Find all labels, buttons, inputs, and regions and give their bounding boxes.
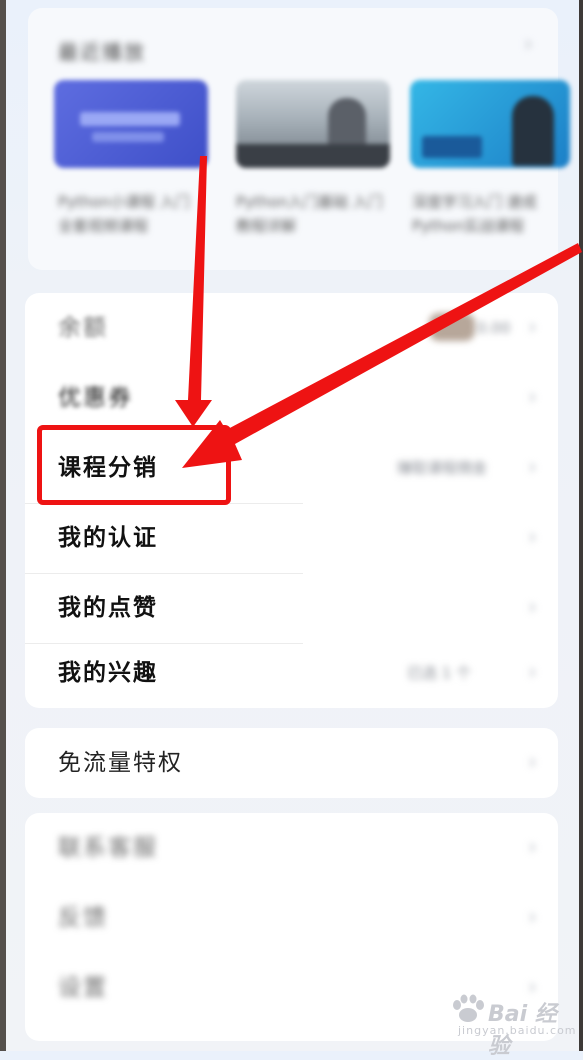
watermark-url: jingyan.baidu.com — [458, 1024, 577, 1037]
menu-item-coupons[interactable]: 优惠券 › — [25, 363, 558, 433]
baidu-jingyan-watermark: Bai 经验 jingyan.baidu.com — [448, 992, 576, 1059]
menu-item-label: 我的兴趣 — [58, 660, 158, 686]
course-thumbnail-3[interactable] — [410, 80, 570, 168]
menu-item-feedback[interactable]: 反馈 › — [25, 883, 558, 953]
menu-item-label: 余额 — [58, 315, 108, 341]
menu-item-label: 优惠券 — [58, 385, 133, 411]
right-frame-edge — [579, 0, 583, 1051]
flow-privilege-label: 免流量特权 — [58, 750, 183, 776]
chevron-right-icon: › — [528, 525, 537, 550]
menu-item-my-likes[interactable]: 我的点赞 › — [25, 573, 558, 643]
chevron-right-icon: › — [528, 835, 537, 860]
annotation-highlight-box — [37, 425, 231, 505]
chevron-right-icon: › — [528, 905, 537, 930]
chevron-right-icon: › — [528, 315, 537, 340]
chevron-right-icon: › — [528, 385, 537, 410]
menu-item-balance[interactable]: 余额 0.00 › — [25, 293, 558, 363]
menu-item-contact-support[interactable]: 联系客服 › — [25, 813, 558, 883]
menu-item-my-certification[interactable]: 我的认证 › — [25, 503, 558, 573]
menu-item-label: 联系客服 — [58, 835, 158, 861]
course-thumbnail-1[interactable] — [54, 80, 208, 168]
chevron-right-icon: › — [528, 455, 537, 480]
course-distribution-hint: 赚取课程佣金 — [397, 459, 488, 477]
course-caption-3: 深度学习入门 速成Python实战课程 — [412, 193, 537, 235]
menu-item-label: 我的点赞 — [58, 595, 158, 621]
flow-privilege-card[interactable]: 免流量特权 › — [25, 728, 558, 798]
menu-item-label: 设置 — [58, 975, 108, 1001]
chevron-right-icon[interactable]: › — [524, 32, 533, 57]
chevron-right-icon: › — [528, 660, 537, 685]
paw-logo-icon — [453, 994, 484, 1022]
chevron-right-icon: › — [528, 595, 537, 620]
menu-item-my-interests[interactable]: 我的兴趣 已选 1 个 › — [25, 638, 558, 708]
recent-plays-card: 最近播放 › Python小课程 入门 全套视频课程 Python入门基础 入门… — [28, 8, 570, 270]
course-thumbnail-2[interactable] — [236, 80, 390, 168]
interests-count: 已选 1 个 — [407, 664, 472, 682]
left-frame-edge — [0, 0, 6, 1051]
recent-plays-title: 最近播放 — [58, 40, 146, 64]
course-caption-2: Python入门基础 入门 教程详解 — [236, 193, 383, 235]
chevron-right-icon: › — [528, 750, 537, 775]
menu-item-label: 我的认证 — [58, 525, 158, 551]
menu-item-label: 反馈 — [58, 905, 108, 931]
balance-coin-icon — [429, 313, 475, 341]
balance-value: 0.00 — [477, 319, 511, 337]
course-caption-1: Python小课程 入门 全套视频课程 — [58, 193, 190, 235]
